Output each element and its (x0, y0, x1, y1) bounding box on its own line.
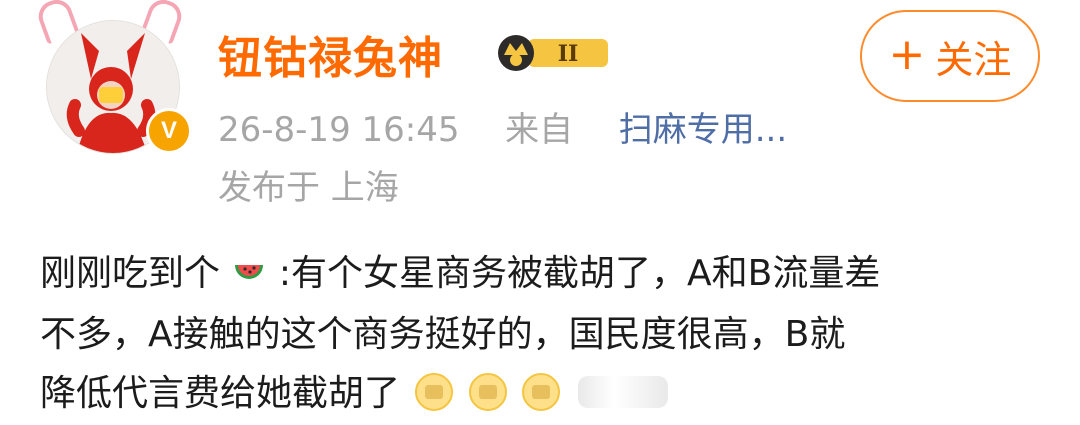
emoji-face-icon (522, 372, 561, 411)
watermark-icon (577, 375, 668, 408)
post-line-1: 刚刚吃到个 :有个女星商务被截胡了，A和B流量差 (40, 244, 1060, 305)
post-location: 发布于 上海 (218, 168, 399, 208)
post-text-segment: 刚刚吃到个 (40, 253, 221, 294)
post-body: 刚刚吃到个 :有个女星商务被截胡了，A和B流量差 不多，A接触的这个商务挺好的，… (40, 244, 1060, 423)
verified-badge-icon: V (146, 108, 192, 154)
post-line-2: 不多，A接触的这个商务挺好的，国民度很高，B就 (40, 313, 846, 355)
post-text-segment: 降低代言费给她截胡了 (40, 372, 401, 414)
post-line-3: 降低代言费给她截胡了 (40, 364, 1060, 423)
follow-button[interactable]: + 关注 (860, 10, 1040, 102)
emoji-face-icon (415, 372, 454, 411)
crown-level-badge-icon[interactable]: II (494, 33, 610, 73)
plus-icon: + (888, 29, 926, 80)
source-link[interactable]: 扫麻专用... (619, 110, 787, 150)
post-meta: 26-8-19 16:45 来自 扫麻专用... (218, 102, 787, 151)
post-text-segment: :有个女星商务被截胡了，A和B流量差 (278, 253, 881, 294)
source-prefix: 来自 (505, 110, 574, 150)
watermelon-emoji-icon (233, 246, 265, 305)
emoji-face-icon (468, 372, 507, 411)
avatar-frame[interactable]: V (28, 0, 196, 160)
level-label: II (558, 41, 579, 67)
post-timestamp: 26-8-19 16:45 (218, 110, 460, 150)
follow-label: 关注 (935, 37, 1012, 82)
username[interactable]: 钮钴禄兔神 (218, 22, 443, 86)
